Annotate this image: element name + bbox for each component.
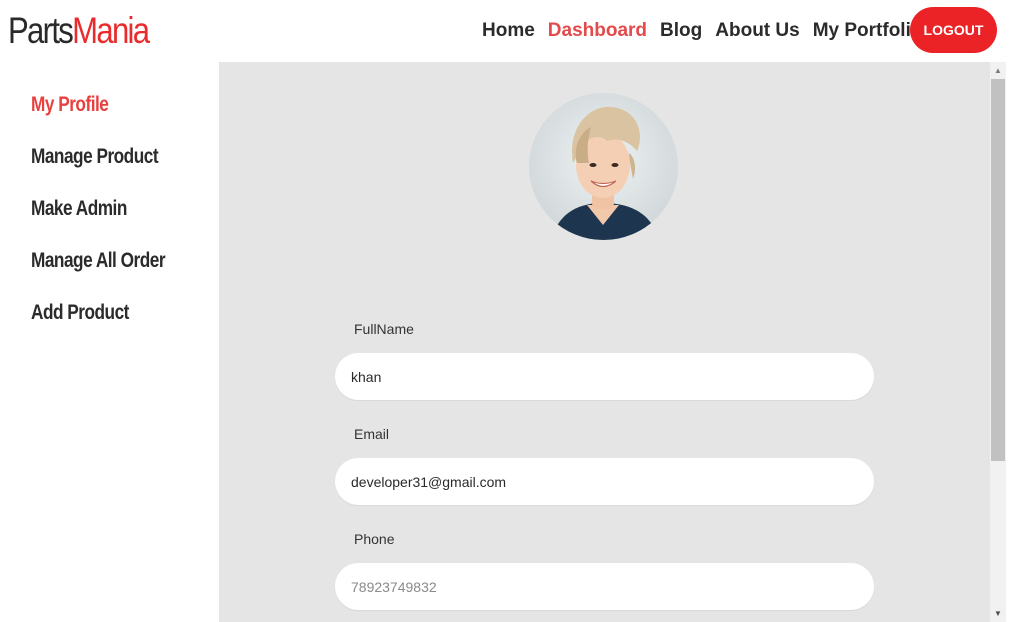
sidebar-item-add-product[interactable]: Add Product [31, 299, 129, 327]
brand-logo[interactable]: PartsMania [8, 8, 150, 54]
top-header: PartsMania Home Dashboard Blog About Us … [0, 0, 1021, 62]
page-scrollbar[interactable]: ▲ ▼ [990, 62, 1006, 622]
nav-link-home[interactable]: Home [482, 19, 535, 43]
brand-name-part-a: Parts [8, 10, 74, 51]
nav-link-blog[interactable]: Blog [660, 19, 702, 43]
sidebar-item-manage-product[interactable]: Manage Product [31, 143, 159, 171]
main-nav: Home Dashboard Blog About Us My Portfoli… [482, 19, 935, 43]
sidebar-item-make-admin[interactable]: Make Admin [31, 195, 127, 223]
sidebar-item-my-profile[interactable]: My Profile [31, 91, 109, 119]
arrow-down-icon[interactable]: ▼ [990, 605, 1006, 622]
logout-button[interactable]: LOGOUT [910, 7, 997, 53]
fullname-label: FullName [354, 321, 414, 337]
phone-label: Phone [354, 531, 395, 547]
phone-field[interactable] [335, 563, 874, 610]
profile-panel: FullName Email Phone [219, 62, 990, 622]
scrollbar-thumb[interactable] [991, 79, 1005, 461]
sidebar-item-manage-all-order[interactable]: Manage All Order [31, 247, 166, 275]
nav-link-about-us[interactable]: About Us [715, 19, 799, 43]
fullname-field[interactable] [335, 353, 874, 400]
arrow-up-icon[interactable]: ▲ [990, 62, 1006, 79]
dashboard-sidebar: My Profile Manage Product Make Admin Man… [0, 62, 219, 622]
email-label: Email [354, 426, 390, 442]
profile-photo-icon [529, 93, 678, 240]
nav-link-dashboard[interactable]: Dashboard [548, 19, 647, 43]
nav-link-my-portfolio[interactable]: My Portfolio [813, 19, 923, 43]
email-field[interactable] [335, 458, 874, 505]
brand-name-part-b: Mania [72, 10, 150, 51]
avatar [529, 93, 678, 240]
